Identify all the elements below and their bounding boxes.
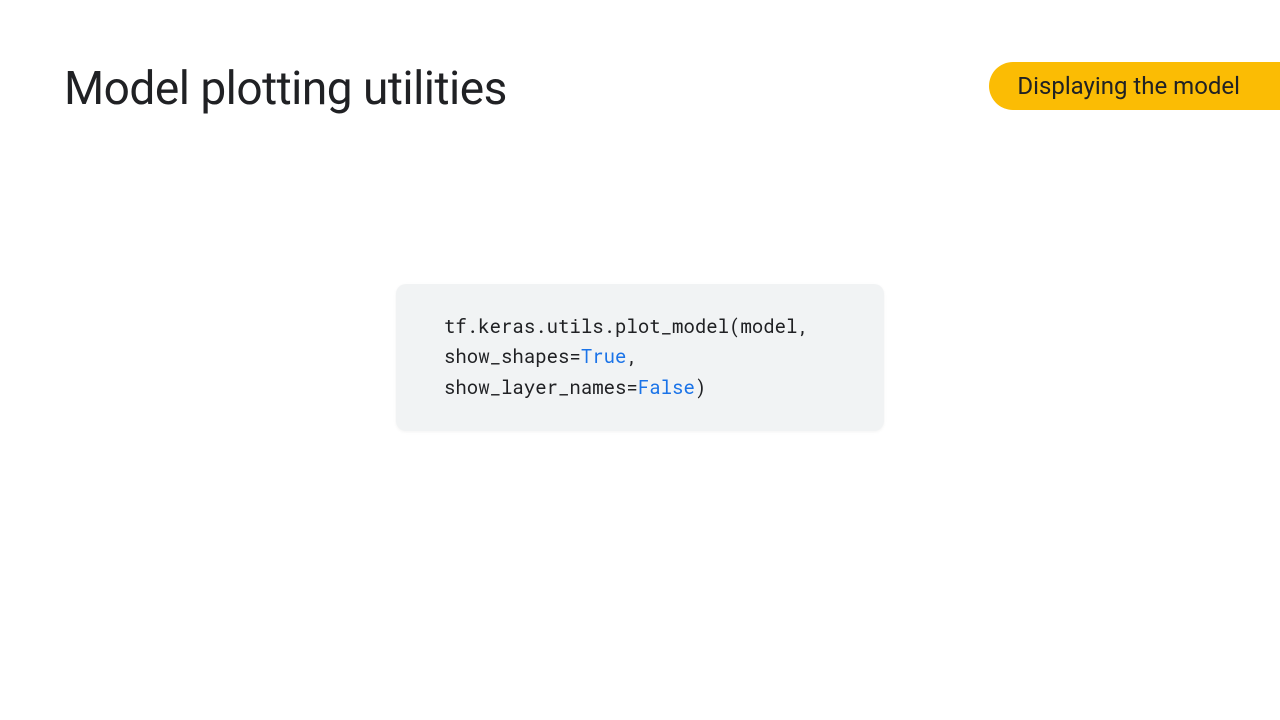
code-line-2: show_shapes=True, bbox=[444, 342, 836, 372]
slide-title: Model plotting utilities bbox=[64, 62, 507, 116]
code-text: , bbox=[626, 344, 637, 369]
code-text: ) bbox=[695, 375, 706, 400]
code-text: tf.keras.utils.plot_model(model, bbox=[444, 314, 809, 339]
code-text: show_layer_names= bbox=[444, 375, 638, 400]
code-line-1: tf.keras.utils.plot_model(model, bbox=[444, 312, 836, 342]
code-line-3: show_layer_names=False) bbox=[444, 373, 836, 403]
code-keyword-false: False bbox=[638, 375, 695, 400]
code-block: tf.keras.utils.plot_model(model, show_sh… bbox=[396, 284, 884, 431]
code-text: show_shapes= bbox=[444, 344, 581, 369]
code-keyword-true: True bbox=[581, 344, 627, 369]
section-badge: Displaying the model bbox=[989, 62, 1280, 110]
